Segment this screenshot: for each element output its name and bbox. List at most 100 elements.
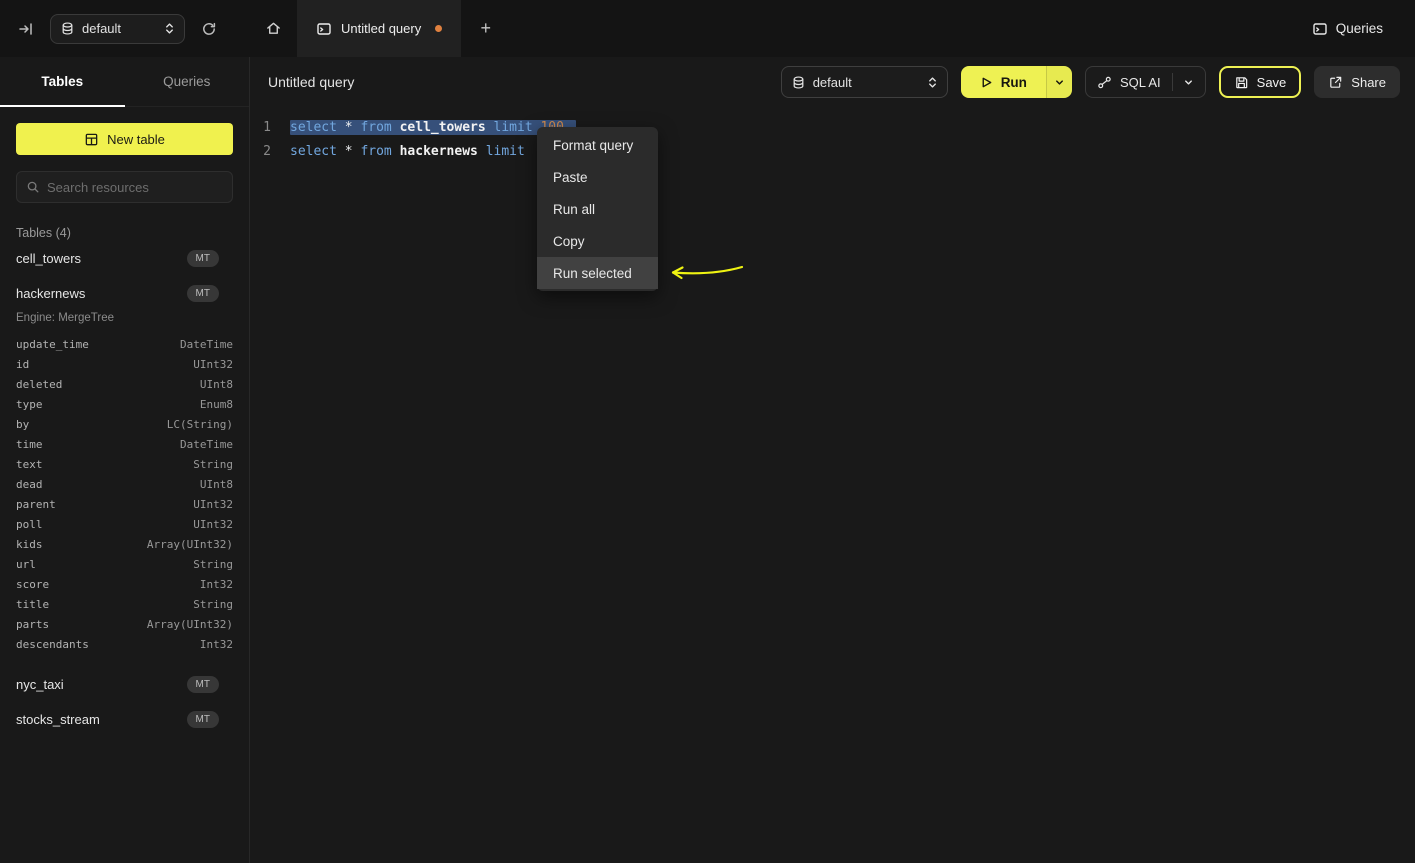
save-button-label: Save [1257,75,1287,90]
run-options-caret[interactable] [1046,66,1072,98]
collapse-sidebar-icon[interactable] [12,15,40,43]
column-name: text [16,458,43,471]
sql-keyword: limit [486,144,525,159]
menu-item-format-query[interactable]: Format query [537,129,658,161]
play-icon [980,76,993,89]
column-type: UInt32 [193,518,233,531]
menu-item-paste[interactable]: Paste [537,161,658,193]
column-row: deleted UInt8 [16,374,233,394]
column-row: score Int32 [16,574,233,594]
search-icon [26,180,40,194]
column-name: descendants [16,638,89,651]
code-line-1: 1 select * from cell_towers limit 100 [251,116,1415,140]
tab-home[interactable] [250,0,297,57]
queries-button[interactable]: Queries [1308,13,1387,45]
sql-table-identifier: cell_towers [400,120,494,135]
queries-button-label: Queries [1336,21,1383,36]
table-name: nyc_taxi [16,677,64,692]
topbar-right: Queries [1308,0,1387,57]
table-row-hackernews[interactable]: hackernews MT [16,277,233,310]
database-selector-value: default [82,21,121,36]
sidebar-tab-queries[interactable]: Queries [125,57,250,106]
column-name: title [16,598,49,611]
divider [1172,73,1173,91]
new-table-button[interactable]: New table [16,123,233,155]
share-button[interactable]: Share [1314,66,1400,98]
menu-item-copy[interactable]: Copy [537,225,658,257]
menu-item-run-selected[interactable]: Run selected [537,257,658,289]
column-row: url String [16,554,233,574]
sql-star: * [345,144,361,159]
table-name: stocks_stream [16,712,100,727]
menu-item-run-all[interactable]: Run all [537,193,658,225]
code-line-2: 2 select * from hackernews limit [251,140,1415,164]
share-icon [1328,75,1343,90]
save-button[interactable]: Save [1219,66,1302,98]
column-type: LC(String) [167,418,233,431]
share-button-label: Share [1351,75,1386,90]
database-selector[interactable]: default [50,14,185,44]
column-name: parent [16,498,56,511]
chevron-up-down-icon [164,22,175,35]
column-row: type Enum8 [16,394,233,414]
table-row-nyc-taxi[interactable]: nyc_taxi MT [16,668,233,701]
table-name: hackernews [16,286,85,301]
chevron-down-icon [1183,77,1194,88]
column-name: id [16,358,29,371]
column-row: text String [16,454,233,474]
column-type: Enum8 [200,398,233,411]
table-grid-icon [84,132,99,147]
database-selector[interactable]: default [781,66,948,98]
column-name: update_time [16,338,89,351]
database-selector-value: default [813,75,852,90]
column-row: descendants Int32 [16,634,233,654]
database-icon [791,75,806,90]
column-type: Array(UInt32) [147,618,233,631]
line-number: 2 [259,140,271,164]
column-name: url [16,558,36,571]
new-tab-button[interactable]: + [461,0,510,57]
query-window-icon [1312,21,1328,37]
tab-untitled-query[interactable]: Untitled query [297,0,461,57]
sql-editor[interactable]: 1 select * from cell_towers limit 100 2 … [251,107,1415,164]
sql-keyword: from [360,120,399,135]
column-name: time [16,438,43,451]
column-type: Int32 [200,638,233,651]
column-row: title String [16,594,233,614]
save-icon [1234,75,1249,90]
engine-badge: MT [187,676,219,693]
column-type: UInt32 [193,498,233,511]
sidebar-content: New table Tables (4) cell_towers MT hack… [0,107,249,752]
run-button-label: Run [1001,75,1027,90]
plus-icon: + [480,18,491,39]
sql-keyword: from [360,144,399,159]
query-controls: default Run [781,66,1400,98]
tables-section-label: Tables (4) [16,226,233,240]
ai-icon [1097,75,1112,90]
engine-badge: MT [187,250,219,267]
table-row-cell-towers[interactable]: cell_towers MT [16,242,233,275]
chevron-up-down-icon [927,76,938,89]
search-box [16,171,233,203]
column-type: String [193,598,233,611]
table-row-stocks-stream[interactable]: stocks_stream MT [16,703,233,736]
query-header: Untitled query default [251,57,1415,107]
column-row: id UInt32 [16,354,233,374]
column-name: type [16,398,43,411]
line-number: 1 [259,116,271,140]
column-row: poll UInt32 [16,514,233,534]
sql-ai-button[interactable]: SQL AI [1085,66,1206,98]
column-name: kids [16,538,43,551]
hackernews-columns: update_time DateTime id UInt32 deleted U… [16,334,233,654]
run-button[interactable]: Run [961,66,1046,98]
unsaved-changes-dot [435,25,442,32]
tab-label: Untitled query [341,21,421,36]
editor-context-menu: Format query Paste Run all Copy Run sele… [537,127,658,291]
column-type: DateTime [180,438,233,451]
topbar: default Untitled query [0,0,1415,57]
refresh-icon[interactable] [195,15,223,43]
sidebar-tab-tables[interactable]: Tables [0,57,125,106]
search-input[interactable] [47,180,223,195]
home-icon [265,20,282,37]
annotation-arrow-icon [663,258,745,284]
